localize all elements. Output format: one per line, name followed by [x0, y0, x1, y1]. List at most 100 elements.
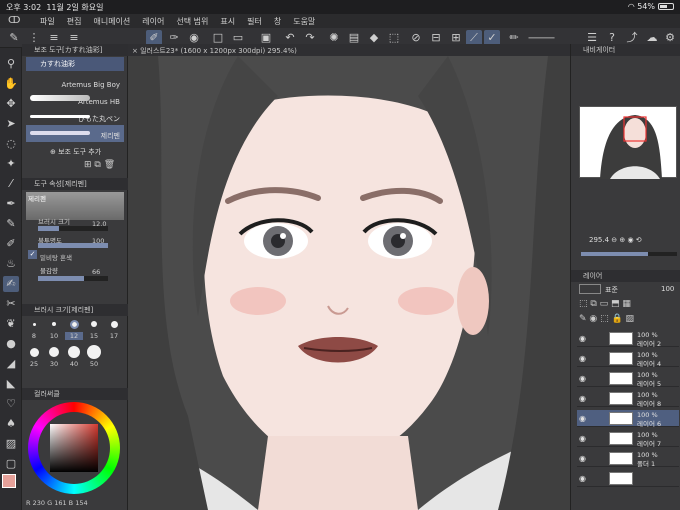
brush-size-dot[interactable]	[29, 347, 39, 357]
decoration-tool-icon[interactable]: ✍	[3, 276, 19, 292]
wand-tool-icon[interactable]: ✦	[3, 156, 19, 172]
brush-item[interactable]: ぴもた丸ペン	[26, 108, 124, 125]
fill-tool-icon[interactable]: ◢	[3, 356, 19, 372]
color-header: 컬러써클	[22, 388, 128, 400]
pen-tool-icon[interactable]: ✒	[3, 196, 19, 212]
brush-size-dot[interactable]	[69, 319, 79, 329]
brush-size-label: 8	[31, 332, 37, 340]
toolprops-header: 도구 속성[제리펜]	[22, 178, 128, 190]
layer-row[interactable]: ◉ 100 % 레이어 4	[577, 350, 679, 368]
layer-row[interactable]: ◉ 100 % 레이어 5	[577, 370, 679, 388]
hand-tool-icon[interactable]: ✋	[3, 76, 19, 92]
menu-selection[interactable]: 선택 범위	[170, 16, 214, 27]
pencil-tool-icon[interactable]: ✎	[3, 216, 19, 232]
subtool-actions[interactable]: ⊞ ⧉ 🗑	[84, 160, 115, 170]
eye-icon[interactable]: ◉	[579, 374, 586, 383]
subtool-header: 보조 도구[カすれ油彩]	[22, 44, 128, 56]
color-wheel[interactable]	[28, 402, 120, 494]
layer-header: 레이어	[571, 270, 680, 282]
add-subtool-button[interactable]: ⊕ 보조 도구 추가	[50, 147, 101, 157]
eye-icon[interactable]: ◉	[579, 354, 586, 363]
layer-row[interactable]: ◉ 100 % 레이어 7	[577, 430, 679, 448]
color-b: 154	[75, 499, 88, 507]
layer-toolbar2[interactable]: ✎ ◉ ⬚ 🔒 ▨	[579, 314, 634, 324]
menu-animation[interactable]: 애니메이션	[87, 16, 136, 27]
heart-icon[interactable]: ♡	[3, 396, 19, 412]
amount-slider[interactable]	[38, 276, 108, 281]
zoom-tool-icon[interactable]: ⚲	[3, 56, 19, 72]
stabilize-label: 밑비탕 혼색	[40, 254, 72, 262]
brush-size-dot[interactable]	[68, 346, 80, 358]
move-tool-icon[interactable]: ✥	[3, 96, 19, 112]
app-logo-icon[interactable]: ↀ	[8, 15, 20, 26]
layer-thumbnail	[609, 412, 633, 425]
layer-row[interactable]: ◉ 100 % 레이어 2	[577, 330, 679, 348]
brush-label: 제리펜	[100, 132, 120, 140]
brush-item-selected[interactable]: 제리펜	[26, 125, 124, 142]
brush-size-label: 25	[29, 360, 39, 368]
main-color-swatch[interactable]	[2, 474, 16, 488]
eyedropper-tool-icon[interactable]: ⁄	[3, 176, 19, 192]
color-dot-icon[interactable]: ●	[3, 336, 19, 352]
canvas-tab[interactable]: × 일러스트23* (1600 x 1200px 300dpi) 295.4%)	[132, 46, 297, 56]
menu-file[interactable]: 파일	[34, 16, 61, 27]
operation-tool-icon[interactable]: ➤	[3, 116, 19, 132]
layer-thumbnail	[609, 472, 633, 485]
eye-icon[interactable]: ◉	[579, 474, 586, 483]
eye-icon[interactable]: ◉	[579, 454, 586, 463]
menu-edit[interactable]: 편집	[61, 16, 88, 27]
tool-rail: ⚲ ✋ ✥ ➤ ◌ ✦ ⁄ ✒ ✎ ✐ ♨ ✍ ✂ ❦ ● ◢ ◣ ♡ ♠ ▨ …	[0, 48, 22, 510]
eye-icon[interactable]: ◉	[579, 414, 586, 423]
eye-icon[interactable]: ◉	[579, 334, 586, 343]
menu-window[interactable]: 창	[268, 16, 287, 27]
zoom-slider[interactable]	[581, 252, 677, 256]
brush-size-label: 30	[49, 360, 59, 368]
brush-item[interactable]: Artemus Big Boy	[26, 74, 124, 91]
eye-icon[interactable]: ◉	[579, 434, 586, 443]
eye-icon[interactable]: ◉	[579, 394, 586, 403]
subtool-current[interactable]: カすれ油彩	[26, 57, 124, 71]
brush-size-dot[interactable]	[87, 345, 101, 359]
navigator-preview[interactable]	[579, 106, 677, 179]
brush-size-label: 10	[49, 332, 59, 340]
pen-icon[interactable]: ✎	[6, 30, 22, 46]
menu-bar: ↀ 파일 편집 애니메이션 레이어 선택 범위 표시 필터 창 도움말	[0, 14, 680, 28]
layer-row[interactable]: ◉	[577, 470, 679, 487]
airbrush-tool-icon[interactable]: ♨	[3, 256, 19, 272]
brush-size-dot[interactable]	[91, 321, 97, 327]
right-panel: 내비게이터 295.4 ⊖ ⊕ ◉ ⟲ 레이어 표준 100 ⬚ ⧉ ▭ ⬒ ▦…	[570, 44, 680, 510]
layer-thumbnail	[609, 332, 633, 345]
layer-toolbar[interactable]: ⬚ ⧉ ▭ ⬒ ▦	[579, 299, 631, 309]
zoom-readout: 295.4 ⊖ ⊕ ◉ ⟲	[589, 236, 642, 244]
lasso-tool-icon[interactable]: ◌	[3, 136, 19, 152]
blend-mode-label: 표준	[605, 286, 618, 294]
eraser-tool-icon[interactable]: ✂	[3, 296, 19, 312]
ink-tool-icon[interactable]: ♠	[3, 416, 19, 432]
menu-help[interactable]: 도움말	[287, 16, 321, 27]
drawing-canvas[interactable]	[128, 56, 570, 510]
brush-size-dot[interactable]	[49, 347, 59, 357]
fill-box-icon[interactable]: ▨	[3, 436, 19, 452]
size-slider[interactable]	[38, 226, 108, 231]
menu-layer[interactable]: 레이어	[136, 16, 170, 27]
gradient-tool-icon[interactable]: ◣	[3, 376, 19, 392]
layer-name: 레이어 4	[637, 360, 662, 368]
brush-size-dot[interactable]	[32, 322, 36, 326]
blend-tool-icon[interactable]: ❦	[3, 316, 19, 332]
layer-row[interactable]: ◉ 100 % 레이어 8	[577, 390, 679, 408]
frame-tool-icon[interactable]: ▢	[3, 456, 19, 472]
blend-mode-select[interactable]	[579, 284, 601, 294]
brush-tool-icon[interactable]: ✐	[3, 236, 19, 252]
menu-filter[interactable]: 필터	[241, 16, 268, 27]
menu-view[interactable]: 표시	[214, 16, 241, 27]
brush-size-dot[interactable]	[52, 322, 56, 326]
stabilize-checkbox[interactable]: ✓	[28, 250, 37, 259]
brush-size-label: 50	[89, 360, 99, 368]
opacity-slider[interactable]	[38, 243, 108, 248]
rgb-readout: R 230 G 161 B 154	[26, 499, 88, 507]
layer-row[interactable]: ◉ 100 % 폴더 1	[577, 450, 679, 468]
brush-size-dot[interactable]	[110, 320, 118, 328]
brush-item[interactable]: Artemus HB	[26, 91, 124, 108]
layer-row[interactable]: ◉ 100 % 레이어 6	[577, 410, 679, 428]
color-square[interactable]	[50, 424, 98, 472]
